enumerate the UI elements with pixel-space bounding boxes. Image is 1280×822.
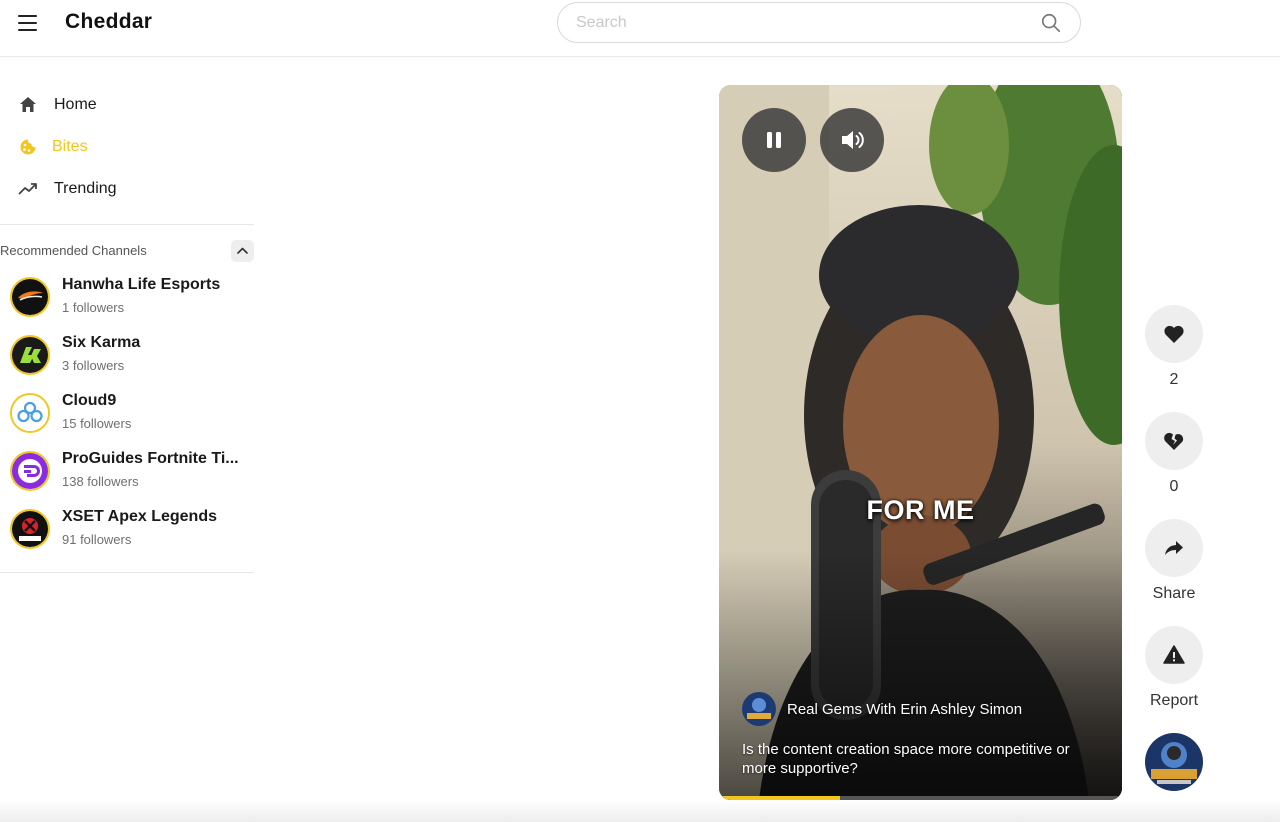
like-button[interactable]	[1145, 305, 1203, 363]
volume-button[interactable]	[820, 108, 884, 172]
nav-item-label: Bites	[52, 138, 88, 155]
video-channel-name: Real Gems With Erin Ashley Simon	[787, 701, 1023, 718]
channel-followers: 138 followers	[62, 474, 139, 489]
search-bar[interactable]	[557, 2, 1081, 43]
dislike-action: 0	[1145, 412, 1203, 495]
channel-item[interactable]: Hanwha Life Esports 1 followers	[0, 276, 254, 328]
channel-avatar	[10, 509, 50, 549]
nav-item-bites[interactable]: Bites	[0, 127, 254, 167]
nav-item-trending[interactable]: Trending	[0, 169, 254, 209]
volume-icon	[842, 131, 864, 149]
channel-avatar	[10, 277, 50, 317]
trending-icon	[18, 183, 37, 195]
video-channel-avatar	[742, 692, 776, 726]
sidebar-divider	[0, 572, 254, 573]
warning-icon	[1163, 645, 1185, 664]
channel-name: ProGuides Fortnite Ti...	[62, 450, 239, 467]
chevron-up-icon	[237, 247, 248, 254]
home-icon	[20, 97, 36, 112]
share-label: Share	[1152, 585, 1196, 602]
pause-button[interactable]	[742, 108, 806, 172]
video-frame	[719, 85, 1122, 800]
channel-avatar	[10, 451, 50, 491]
report-button[interactable]	[1145, 626, 1203, 684]
recommended-channels-title: Recommended Channels	[0, 243, 147, 258]
broken-heart-icon	[1164, 432, 1184, 450]
channel-followers: 3 followers	[62, 358, 125, 373]
nav-item-label: Trending	[54, 180, 117, 197]
video-caption-overlay: FOR ME	[866, 495, 975, 525]
bites-icon	[20, 139, 36, 155]
channel-name: XSET Apex Legends	[62, 508, 217, 525]
dislike-count: 0	[1169, 478, 1179, 495]
nav-item-home[interactable]: Home	[0, 85, 254, 125]
app-logo[interactable]: Cheddar	[65, 10, 152, 34]
channel-item[interactable]: ProGuides Fortnite Ti... 138 followers	[0, 450, 254, 502]
channel-item[interactable]: Cloud9 15 followers	[0, 392, 254, 444]
search-input[interactable]	[576, 12, 1016, 34]
share-button[interactable]	[1145, 519, 1203, 577]
menu-icon[interactable]	[17, 12, 39, 34]
like-count: 2	[1169, 371, 1179, 388]
channel-item[interactable]: XSET Apex Legends 91 followers	[0, 508, 254, 560]
channel-name: Cloud9	[62, 392, 117, 409]
channel-followers: 15 followers	[62, 416, 132, 431]
channel-followers: 91 followers	[62, 532, 132, 547]
channel-name: Six Karma	[62, 334, 141, 351]
channel-item[interactable]: Six Karma 3 followers	[0, 334, 254, 386]
collapse-button[interactable]	[231, 240, 254, 262]
pause-icon	[767, 132, 781, 148]
channel-followers: 1 followers	[62, 300, 125, 315]
heart-icon	[1164, 325, 1184, 343]
video-player[interactable]: FOR ME Real Gems With Erin Ashley Simon …	[719, 85, 1122, 800]
search-icon[interactable]	[1040, 12, 1062, 34]
sidebar-divider	[0, 224, 254, 225]
report-action: Report	[1145, 626, 1203, 709]
like-action: 2	[1145, 305, 1203, 388]
dislike-button[interactable]	[1145, 412, 1203, 470]
report-label: Report	[1149, 692, 1199, 709]
share-action: Share	[1145, 519, 1203, 602]
channel-name: Hanwha Life Esports	[62, 276, 221, 293]
page-bottom-fade	[0, 800, 1280, 822]
top-header: Cheddar	[0, 0, 1280, 57]
channel-profile-avatar[interactable]	[1145, 733, 1203, 791]
share-icon	[1165, 541, 1183, 555]
video-description: Is the content creation space more compe…	[742, 741, 1070, 777]
channel-avatar	[10, 393, 50, 433]
nav-item-label: Home	[54, 96, 97, 113]
channel-avatar	[10, 335, 50, 375]
